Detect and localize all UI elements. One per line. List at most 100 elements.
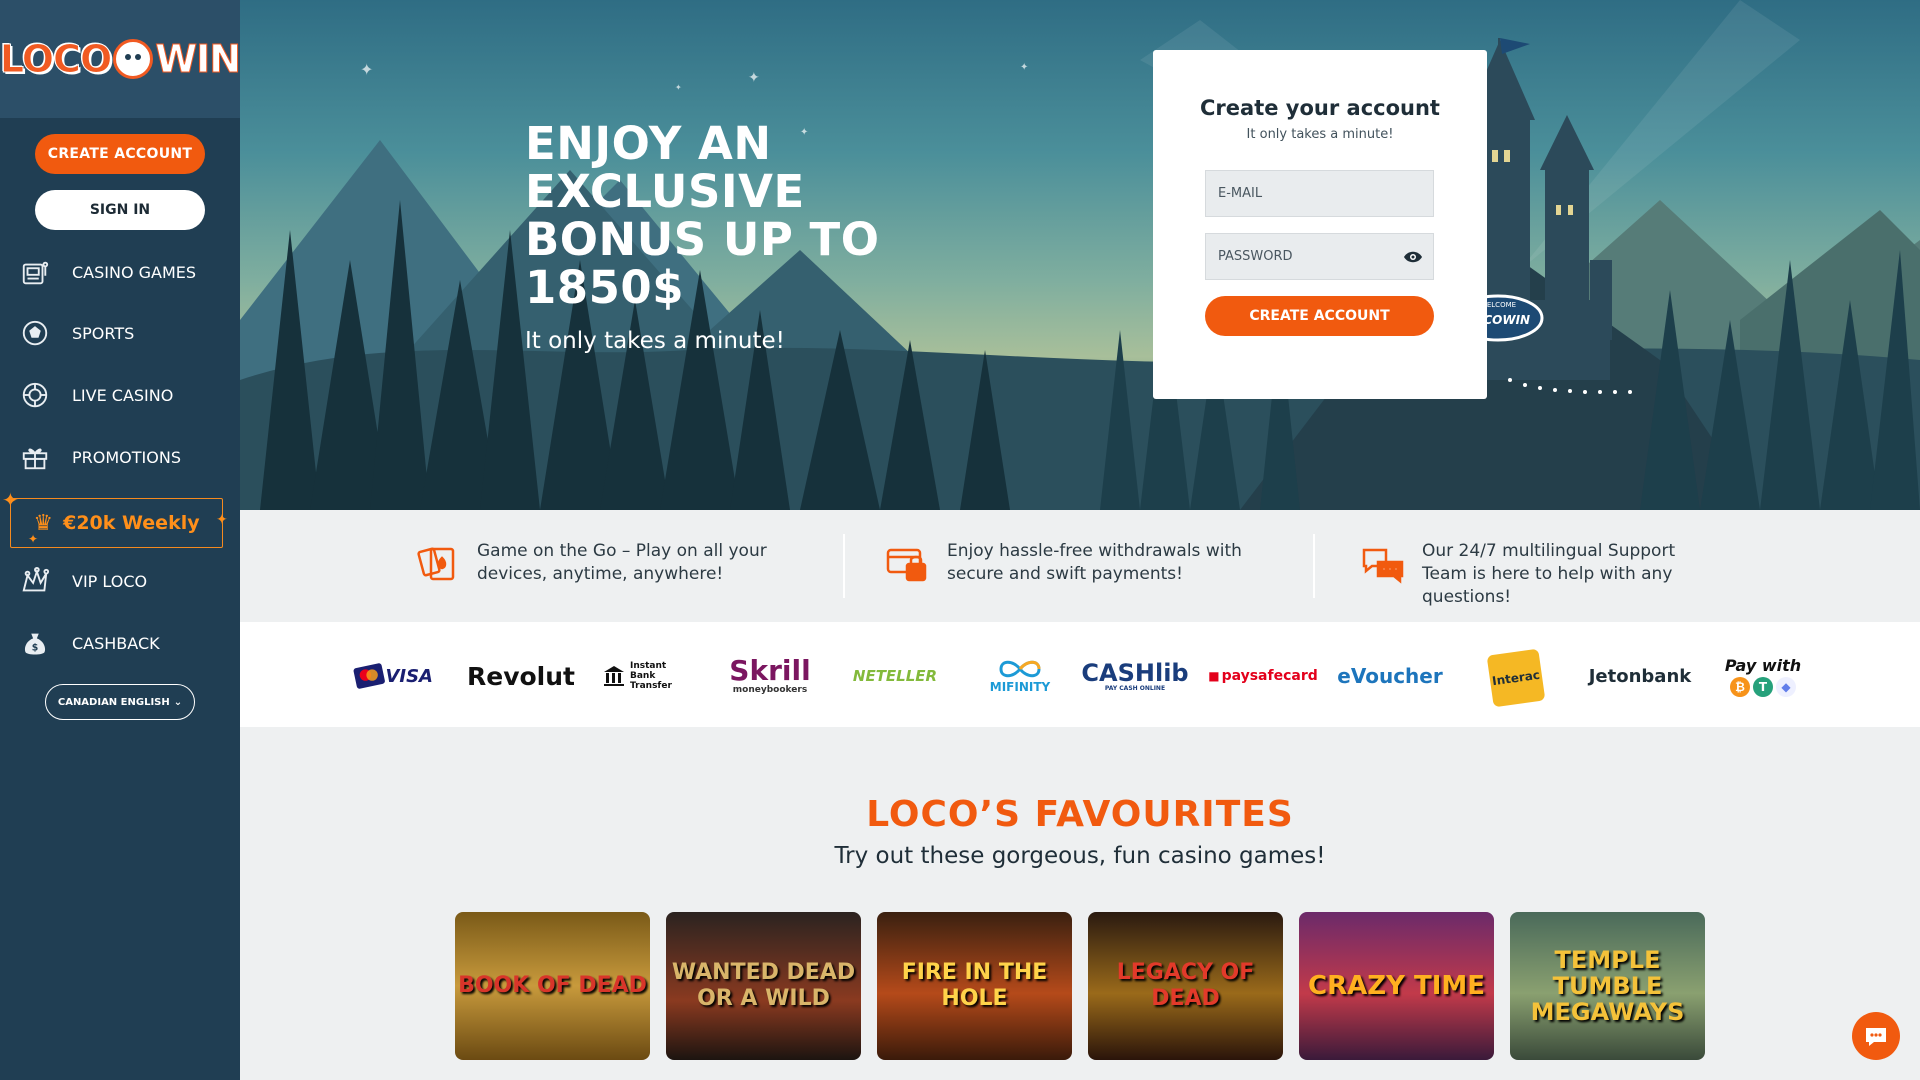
feature-text: Our 24/7 multilingual Support Team is he… xyxy=(1422,541,1676,607)
password-placeholder: PASSWORD xyxy=(1218,249,1293,264)
game-tile-legacy-of-dead[interactable]: LEGACY OF DEAD xyxy=(1088,912,1283,1060)
divider xyxy=(1313,534,1315,598)
payment-jetonbank: Jetonbank xyxy=(1580,652,1700,700)
crypto-icons: ₿ T ◆ xyxy=(1730,676,1796,697)
payment-skrill: Skrill moneybookers xyxy=(720,652,820,700)
payment-evoucher: eVoucher xyxy=(1335,652,1445,700)
game-title: FIRE IN THE HOLE xyxy=(901,960,1048,1011)
payment-label: eVoucher xyxy=(1337,664,1443,688)
nav-label: VIP LOCO xyxy=(72,571,148,591)
tether-icon: T xyxy=(1753,676,1773,697)
payment-label: CASHlib xyxy=(1081,658,1189,687)
chat-bubbles-icon xyxy=(1362,548,1404,584)
signup-create-account-button[interactable]: CREATE ACCOUNT xyxy=(1205,296,1434,336)
game-title: LEGACY OF DEAD xyxy=(1116,960,1255,1011)
feature-text: Game on the Go – Play on all your device… xyxy=(477,541,767,584)
game-tile-book-of-dead[interactable]: BOOK OF DEAD xyxy=(455,912,650,1060)
nav-cashback[interactable]: $ CASHBACK xyxy=(0,621,240,665)
weekly-promo-banner[interactable]: ♛ €20k Weekly xyxy=(10,498,223,548)
live-chat-button[interactable] xyxy=(1852,1012,1900,1060)
lock-icon: ■ xyxy=(1208,669,1220,683)
bank-icon xyxy=(604,666,624,686)
svg-text:$: $ xyxy=(32,643,39,654)
payment-label: Interac xyxy=(1491,667,1541,689)
language-selector[interactable]: CANADIAN ENGLISH ⌄ xyxy=(45,684,195,720)
signup-title: Create your account xyxy=(1200,96,1440,120)
password-field[interactable]: PASSWORD xyxy=(1205,233,1434,280)
favourites-title: LOCO’S FAVOURITES xyxy=(866,794,1294,835)
hero-landscape: LOCOWIN WELCOME ✦ ✦ ✦ ✦ ✦ xyxy=(240,0,1920,510)
payment-cashlib: CASHlib PAY CASH ONLINE xyxy=(1081,652,1188,700)
email-placeholder: E-MAIL xyxy=(1218,186,1263,201)
sparkle-icon: ✦ xyxy=(216,512,228,528)
logo-area: LOCO WIN xyxy=(0,0,242,118)
payment-sublabel: moneybookers xyxy=(732,685,808,695)
feature-text: Enjoy hassle-free withdrawals with secur… xyxy=(947,541,1242,584)
nav-promotions[interactable]: PROMOTIONS xyxy=(0,435,240,479)
divider xyxy=(843,534,845,598)
payment-bank-transfer: Instant Bank Transfer xyxy=(596,652,696,700)
svg-text:✦: ✦ xyxy=(748,70,760,86)
hero-title: ENJOY AN EXCLUSIVE BONUS UP TO 1850$ xyxy=(525,117,880,314)
sparkle-icon: ✦ xyxy=(28,532,39,546)
game-tile-fire-in-the-hole[interactable]: FIRE IN THE HOLE xyxy=(877,912,1072,1060)
money-bag-icon: $ xyxy=(19,627,51,659)
payment-mifinity: MIFINITY xyxy=(975,652,1065,700)
nav-label: CASHBACK xyxy=(72,633,160,653)
payment-crypto: Pay with ₿ T ◆ xyxy=(1718,652,1808,700)
svg-text:✦: ✦ xyxy=(1020,62,1028,73)
game-title: TEMPLE TUMBLE MEGAWAYS xyxy=(1530,946,1685,1026)
gift-icon xyxy=(19,441,51,473)
hero-subtitle: It only takes a minute! xyxy=(525,328,785,354)
soccer-ball-icon xyxy=(19,317,51,349)
signup-subtitle: It only takes a minute! xyxy=(1246,127,1394,142)
nav-label: SPORTS xyxy=(72,323,135,343)
eye-icon[interactable] xyxy=(1403,247,1423,267)
payment-label: NETELLER xyxy=(852,667,938,685)
email-field[interactable]: E-MAIL xyxy=(1205,170,1434,217)
logo-text-left: LOCO xyxy=(0,37,113,82)
logo-text-right: WIN xyxy=(155,37,242,82)
nav-sports[interactable]: SPORTS xyxy=(0,311,240,355)
game-title: CRAZY TIME xyxy=(1308,971,1485,1001)
game-tile-wanted-dead-or-a-wild[interactable]: WANTED DEAD OR A WILD xyxy=(666,912,861,1060)
svg-text:✦: ✦ xyxy=(675,83,682,92)
nav-casino-games[interactable]: CASINO GAMES xyxy=(0,250,240,294)
features-strip: Game on the Go – Play on all your device… xyxy=(240,510,1920,622)
feature-withdrawals: Enjoy hassle-free withdrawals with secur… xyxy=(885,540,1247,586)
payment-label: MIFINITY xyxy=(989,680,1051,694)
sign-in-button[interactable]: SIGN IN xyxy=(35,190,205,230)
payment-label: Jetonbank xyxy=(1588,665,1692,687)
payment-methods: VISA Revolut Instant Bank Transfer Skril… xyxy=(240,622,1920,727)
locowin-logo[interactable]: LOCO WIN xyxy=(0,37,242,82)
payment-label: Instant Bank Transfer xyxy=(630,661,672,691)
secure-card-icon xyxy=(886,548,927,582)
chevron-down-icon: ⌄ xyxy=(173,696,183,708)
game-title: WANTED DEAD OR A WILD xyxy=(671,960,856,1011)
payment-label: paysafecard xyxy=(1221,668,1318,684)
sidebar: LOCO WIN CREATE ACCOUNT SIGN IN CASINO G… xyxy=(0,0,242,1080)
nav-label: PROMOTIONS xyxy=(72,447,181,467)
nav-live-casino[interactable]: LIVE CASINO xyxy=(0,373,240,417)
game-title: BOOK OF DEAD xyxy=(458,973,647,998)
signup-card: Create your account It only takes a minu… xyxy=(1153,50,1487,399)
payment-label: Pay with xyxy=(1724,655,1802,675)
payment-interac: Interac xyxy=(1486,648,1546,708)
jester-face-icon xyxy=(113,39,154,79)
chat-icon xyxy=(1866,1028,1886,1046)
hero-banner: LOCOWIN WELCOME ✦ ✦ ✦ ✦ ✦ ENJOY AN EXCLU… xyxy=(240,0,1920,510)
language-label: CANADIAN ENGLISH xyxy=(57,696,170,708)
game-tile-temple-tumble-megaways[interactable]: TEMPLE TUMBLE MEGAWAYS xyxy=(1510,912,1705,1060)
weekly-promo-label: €20k Weekly xyxy=(63,512,200,534)
payment-label: Skrill xyxy=(729,654,811,687)
game-tile-crazy-time[interactable]: CRAZY TIME xyxy=(1299,912,1494,1060)
slot-machine-icon xyxy=(19,256,51,288)
bitcoin-icon: ₿ xyxy=(1730,676,1750,697)
svg-text:✦: ✦ xyxy=(360,60,373,79)
nav-vip-loco[interactable]: VIP LOCO xyxy=(0,559,240,603)
infinity-icon xyxy=(999,660,1041,678)
jester-hat-icon xyxy=(19,565,51,597)
cards-icon xyxy=(417,547,455,581)
payment-label: Revolut xyxy=(467,661,575,691)
create-account-button[interactable]: CREATE ACCOUNT xyxy=(35,134,205,174)
